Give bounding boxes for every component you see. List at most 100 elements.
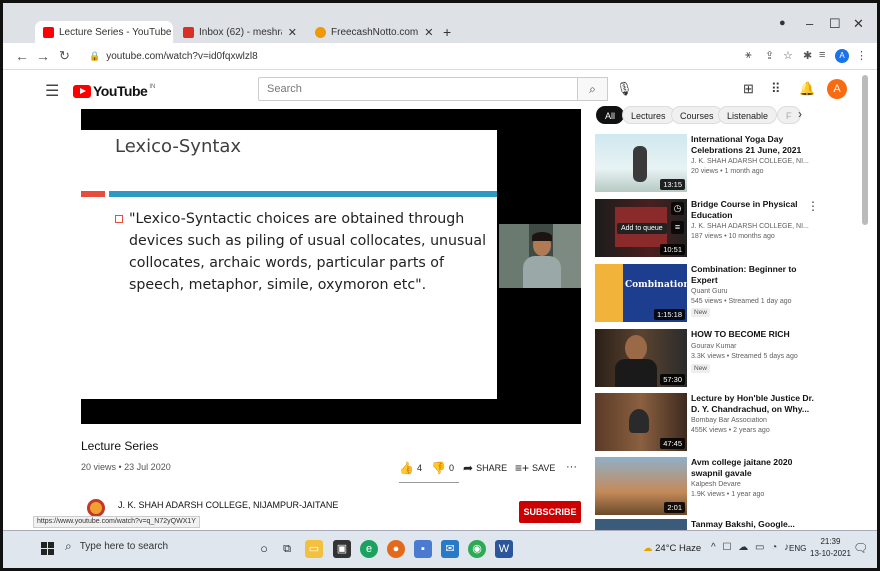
video-thumbnail[interactable] (595, 519, 687, 530)
url-field[interactable]: 🔒 youtube.com/watch?v=id0fqxwlzl8 (89, 47, 729, 66)
notification-center-icon[interactable]: 🗨 (853, 541, 868, 555)
presenter-shirt (523, 256, 561, 288)
like-button[interactable]: 👍 4 (399, 461, 422, 475)
recommendation-item[interactable]: Combination 1:15:18 Combination: Beginne… (595, 264, 825, 326)
share-page-icon[interactable]: ⇪ (765, 49, 774, 62)
edge-icon[interactable]: e (360, 540, 378, 558)
more-options-icon[interactable]: ⋮ (807, 199, 819, 213)
profile-avatar[interactable]: A (835, 49, 849, 63)
rec-title[interactable]: International Yoga Day Celebrations 21 J… (691, 134, 816, 156)
search-button[interactable]: ⌕ (578, 77, 608, 101)
maximize-button[interactable]: ☐ (829, 16, 841, 32)
dislike-button[interactable]: 👎 0 (431, 461, 454, 475)
chip-more[interactable]: F (777, 106, 801, 124)
video-thumbnail[interactable]: 2:01 (595, 457, 687, 515)
youtube-logo[interactable]: YouTube IN (73, 83, 155, 99)
video-thumbnail[interactable]: 13:15 (595, 134, 687, 192)
recommendation-item[interactable]: 2:01 Avm college jaitane 2020 swapnil ga… (595, 457, 825, 519)
channel-avatar[interactable] (87, 499, 105, 517)
translate-icon[interactable]: ⚹ (745, 49, 752, 62)
rec-title[interactable]: Bridge Course in Physical Education (691, 199, 816, 221)
mail-icon[interactable]: ✉ (441, 540, 459, 558)
chip-listenable[interactable]: Listenable (718, 106, 778, 124)
rec-channel[interactable]: J. K. SHAH ADARSH COLLEGE, NI... (691, 158, 816, 165)
chip-all[interactable]: All (596, 106, 625, 124)
rec-title[interactable]: HOW TO BECOME RICH (691, 329, 816, 340)
start-button[interactable] (41, 542, 55, 556)
rec-title[interactable]: Avm college jaitane 2020 swapnil gavale (691, 457, 816, 479)
store-icon[interactable]: ▣ (333, 540, 351, 558)
recommendation-item[interactable]: Add to queue ◷ ≡ 10:51 Bridge Course in … (595, 199, 825, 261)
weather-widget[interactable]: ☁ 24°C Haze (643, 543, 701, 554)
slide-body-text: "Lexico-Syntactic choices are obtained t… (129, 211, 487, 293)
video-player[interactable]: Lexico-Syntax "Lexico-Syntactic choices … (81, 109, 581, 424)
extensions-icon[interactable]: ✱ (803, 49, 812, 62)
system-tray-icons[interactable]: ^ ☐ ☁ ▭ ◔ ♪ (711, 542, 791, 553)
chrome-icon[interactable]: ◉ (468, 540, 486, 558)
subscribe-button[interactable]: SUBSCRIBE (519, 501, 581, 523)
chip-courses[interactable]: Courses (671, 106, 723, 124)
share-button[interactable]: ➦ SHARE (463, 461, 507, 475)
rec-title[interactable]: Tanmay Bakshi, Google... (691, 519, 816, 530)
microphone-icon[interactable]: 🎙 (616, 81, 633, 97)
close-window-button[interactable]: ✕ (853, 16, 864, 32)
close-tab-icon[interactable]: ✕ (424, 26, 433, 39)
recommendation-item[interactable]: 47:45 Lecture by Hon'ble Justice Dr. D. … (595, 393, 825, 455)
notifications-bell-icon[interactable]: 🔔 (799, 81, 815, 97)
rec-title[interactable]: Combination: Beginner to Expert (691, 264, 816, 286)
new-tab-button[interactable]: + (435, 21, 459, 43)
rec-channel[interactable]: J. K. SHAH ADARSH COLLEGE, NI... (691, 223, 816, 230)
more-actions-button[interactable]: ··· (566, 461, 577, 473)
reload-icon[interactable]: ↻ (59, 48, 70, 64)
recommendation-item[interactable]: 57:30 HOW TO BECOME RICH Gourav Kumar 3.… (595, 329, 825, 391)
tab-youtube[interactable]: Lecture Series - YouTube 🔈 ✕ (35, 21, 173, 43)
browser-menu-icon[interactable]: ⋮ (856, 49, 867, 62)
bookmark-star-icon[interactable]: ☆ (783, 49, 793, 62)
youtube-favicon-icon (43, 26, 54, 38)
close-tab-icon[interactable]: ✕ (288, 26, 297, 39)
recommendation-item[interactable]: Tanmay Bakshi, Google... (595, 519, 825, 530)
chip-lectures[interactable]: Lectures (622, 106, 675, 124)
search-input[interactable]: Search (258, 77, 578, 101)
reading-list-icon[interactable]: ≡ (819, 49, 825, 61)
video-thumbnail[interactable]: 47:45 (595, 393, 687, 451)
video-thumbnail[interactable]: Combination 1:15:18 (595, 264, 687, 322)
rec-channel[interactable]: Kalpesh Devare (691, 481, 816, 488)
taskbar-clock[interactable]: 21:39 13-10-2021 (810, 536, 851, 560)
thumb-body (615, 359, 657, 387)
create-video-icon[interactable]: ⊞ (743, 81, 754, 97)
word-icon[interactable]: W (495, 540, 513, 558)
taskbar-search[interactable]: ⌕ Type here to search (65, 539, 168, 554)
file-explorer-icon[interactable]: ▭ (305, 540, 323, 558)
rec-channel[interactable]: Gourav Kumar (691, 343, 816, 350)
youtube-wordmark: YouTube (93, 83, 148, 99)
recommendation-item[interactable]: 13:15 International Yoga Day Celebration… (595, 134, 825, 196)
language-indicator[interactable]: ENG (789, 544, 806, 553)
video-thumbnail[interactable]: Add to queue ◷ ≡ 10:51 (595, 199, 687, 257)
add-to-queue-icon[interactable]: ≡ (671, 221, 684, 234)
save-button[interactable]: ≡+ SAVE (515, 461, 555, 475)
account-avatar[interactable]: A (827, 79, 847, 99)
forward-icon[interactable]: → (36, 48, 50, 64)
hamburger-menu-icon[interactable]: ☰ (45, 81, 59, 101)
tab-gmail[interactable]: Inbox (62) - meshram81@gmail.c ✕ (175, 21, 305, 43)
apps-grid-icon[interactable]: ⠿ (771, 81, 781, 97)
rec-title[interactable]: Lecture by Hon'ble Justice Dr. D. Y. Cha… (691, 393, 816, 415)
rec-channel[interactable]: Bombay Bar Association (691, 417, 816, 424)
video-title: Lecture Series (81, 439, 159, 453)
app-icon[interactable]: ▪ (414, 540, 432, 558)
channel-name[interactable]: J. K. SHAH ADARSH COLLEGE, NIJAMPUR-JAIT… (118, 500, 338, 510)
task-view-icon[interactable]: ⧉ (278, 540, 296, 558)
tab-freecash[interactable]: FreecashNotto.com ✕ (307, 21, 435, 43)
page-scrollbar[interactable] (862, 75, 868, 225)
firefox-icon[interactable]: ● (387, 540, 405, 558)
rec-channel[interactable]: Quant Guru (691, 288, 816, 295)
profile-dot-icon[interactable]: ● (779, 17, 786, 29)
watch-later-icon[interactable]: ◷ (671, 202, 684, 215)
address-bar-row: ← → ↻ 🔒 youtube.com/watch?v=id0fqxwlzl8 … (3, 43, 877, 70)
video-thumbnail[interactable]: 57:30 (595, 329, 687, 387)
chip-scroll-right-icon[interactable]: › (798, 107, 802, 121)
back-icon[interactable]: ← (15, 48, 29, 64)
cortana-icon[interactable]: ○ (255, 540, 273, 558)
minimize-button[interactable]: – (806, 16, 813, 31)
